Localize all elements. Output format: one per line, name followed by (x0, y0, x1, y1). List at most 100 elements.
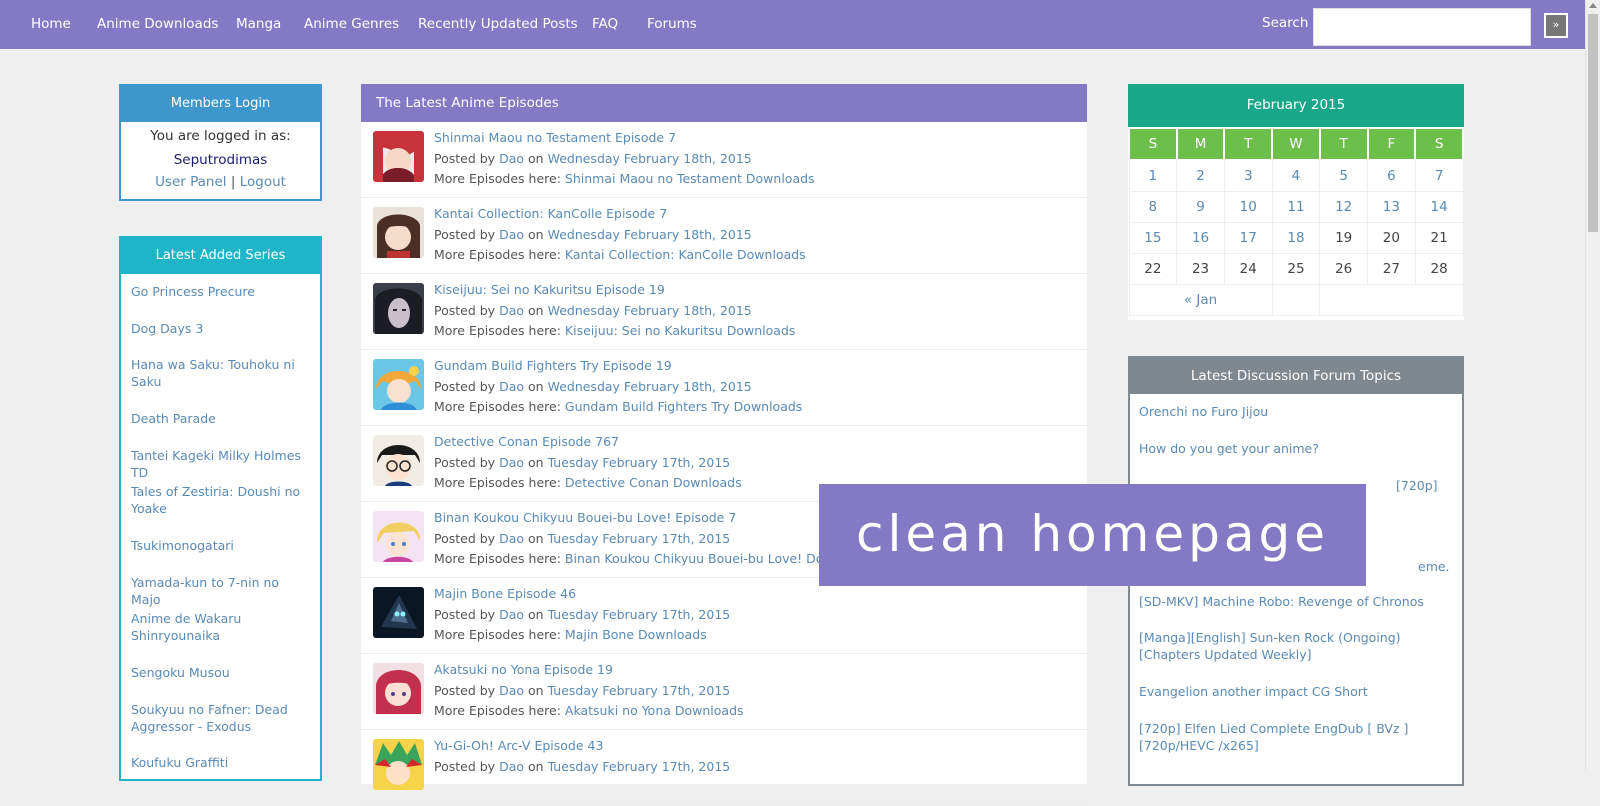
scrollbar-thumb[interactable] (1588, 14, 1598, 232)
calendar-day-link[interactable]: 17 (1223, 222, 1273, 254)
series-item[interactable]: Tales of Zestiria: Doushi no Yoake (131, 483, 306, 517)
calendar-day-link[interactable]: 1 (1128, 159, 1178, 192)
series-item[interactable]: Tantei Kageki Milky Holmes TD (131, 447, 306, 481)
series-item[interactable]: Hana wa Saku: Touhoku ni Saku (131, 356, 306, 390)
forum-topic-link[interactable]: [SD-MKV] Machine Robo: Revenge of Chrono… (1139, 593, 1457, 610)
episode-thumbnail[interactable] (373, 131, 424, 182)
episode-date-link[interactable]: Tuesday February 17th, 2015 (548, 759, 731, 774)
logout-link[interactable]: Logout (240, 174, 286, 190)
calendar-day: 27 (1367, 253, 1416, 285)
episode-thumbnail[interactable] (373, 359, 424, 410)
calendar-week: 1 2 3 4 5 6 7 (1128, 159, 1464, 192)
episode-thumbnail[interactable] (373, 511, 424, 562)
series-downloads-link[interactable]: Akatsuki no Yona Downloads (565, 703, 744, 718)
series-item[interactable]: Go Princess Precure (131, 283, 306, 300)
calendar-day-link[interactable]: 4 (1271, 159, 1321, 192)
calendar-day-link[interactable]: 16 (1176, 222, 1225, 254)
forum-topic-link[interactable]: [720p] Elfen Lied Complete EngDub [ BVz … (1139, 720, 1457, 754)
episode-date-link[interactable]: Wednesday February 18th, 2015 (548, 303, 752, 318)
nav-recently-updated-posts[interactable]: Recently Updated Posts (418, 16, 578, 32)
calendar-day-link[interactable]: 7 (1414, 159, 1464, 192)
calendar-day-link[interactable]: 3 (1223, 159, 1273, 192)
episode-title-link[interactable]: Akatsuki no Yona Episode 19 (434, 662, 613, 677)
episode-title-link[interactable]: Yu-Gi-Oh! Arc-V Episode 43 (434, 738, 603, 753)
calendar-day-link[interactable]: 15 (1128, 222, 1178, 254)
forum-topic-link[interactable]: [Manga][English] Sun-ken Rock (Ongoing) … (1139, 629, 1457, 663)
episode-date-link[interactable]: Tuesday February 17th, 2015 (548, 607, 731, 622)
episode-thumbnail[interactable] (373, 739, 424, 790)
series-item[interactable]: Tsukimonogatari (131, 537, 306, 554)
scroll-up-arrow-icon[interactable] (1589, 3, 1597, 8)
calendar-day-link[interactable]: 10 (1223, 191, 1273, 223)
episode-thumbnail[interactable] (373, 663, 424, 714)
episode-thumbnail[interactable] (373, 435, 424, 486)
forum-topic-link[interactable]: Orenchi no Furo Jijou (1139, 403, 1457, 420)
episode-date-link[interactable]: Wednesday February 18th, 2015 (548, 151, 752, 166)
nav-manga[interactable]: Manga (236, 16, 281, 32)
episode-thumbnail[interactable] (373, 207, 424, 258)
series-downloads-link[interactable]: Gundam Build Fighters Try Downloads (565, 399, 802, 414)
calendar-day-link[interactable]: 2 (1176, 159, 1225, 192)
series-item[interactable]: Koufuku Graffiti (131, 754, 306, 771)
episode-author-link[interactable]: Dao (499, 227, 524, 242)
series-item[interactable]: Sengoku Musou (131, 664, 306, 681)
episode-author-link[interactable]: Dao (499, 683, 524, 698)
calendar-day-link[interactable]: 6 (1367, 159, 1416, 192)
forum-topic-link[interactable]: eme. (1418, 558, 1458, 575)
series-item[interactable]: Yamada-kun to 7-nin no Majo (131, 574, 306, 608)
series-item[interactable]: Death Parade (131, 410, 306, 427)
user-panel-link[interactable]: User Panel (155, 174, 226, 190)
episode-date-link[interactable]: Tuesday February 17th, 2015 (548, 455, 731, 470)
series-downloads-link[interactable]: Detective Conan Downloads (565, 475, 742, 490)
episode-author-link[interactable]: Dao (499, 151, 524, 166)
episode-date-link[interactable]: Tuesday February 17th, 2015 (548, 531, 731, 546)
series-downloads-link[interactable]: Majin Bone Downloads (565, 627, 707, 642)
nav-anime-genres[interactable]: Anime Genres (304, 16, 399, 32)
episode-more: More Episodes here: Shinmai Maou no Test… (434, 171, 815, 186)
series-downloads-link[interactable]: Kantai Collection: KanColle Downloads (565, 247, 806, 262)
episode-author-link[interactable]: Dao (499, 455, 524, 470)
forum-topic-link[interactable]: How do you get your anime? (1139, 440, 1457, 457)
calendar-day-link[interactable]: 9 (1176, 191, 1225, 223)
calendar-day-link[interactable]: 14 (1414, 191, 1464, 223)
episode-thumbnail[interactable] (373, 587, 424, 638)
episode-row: Shinmai Maou no Testament Episode 7 Post… (361, 122, 1087, 198)
episode-title-link[interactable]: Shinmai Maou no Testament Episode 7 (434, 130, 676, 145)
calendar-day-link[interactable]: 13 (1367, 191, 1416, 223)
episode-title-link[interactable]: Gundam Build Fighters Try Episode 19 (434, 358, 672, 373)
calendar-day-link[interactable]: 5 (1319, 159, 1369, 192)
episode-title-link[interactable]: Kiseijuu: Sei no Kakuritsu Episode 19 (434, 282, 665, 297)
episode-author-link[interactable]: Dao (499, 759, 524, 774)
forum-topic-link[interactable]: [720p] (1396, 477, 1456, 494)
forum-topic-link[interactable]: Evangelion another impact CG Short (1139, 683, 1457, 700)
episode-author-link[interactable]: Dao (499, 531, 524, 546)
episode-date-link[interactable]: Wednesday February 18th, 2015 (548, 379, 752, 394)
calendar-day-link[interactable]: 12 (1319, 191, 1369, 223)
series-item[interactable]: Soukyuu no Fafner: Dead Aggressor - Exod… (131, 701, 306, 735)
calendar-day-link[interactable]: 8 (1128, 191, 1178, 223)
episode-meta: Posted by Dao on Wednesday February 18th… (434, 303, 752, 318)
episode-author-link[interactable]: Dao (499, 607, 524, 622)
episode-thumbnail[interactable] (373, 283, 424, 334)
nav-home[interactable]: Home (31, 16, 71, 32)
nav-anime-downloads[interactable]: Anime Downloads (97, 16, 218, 32)
calendar-day-link[interactable]: 11 (1271, 191, 1321, 223)
episode-author-link[interactable]: Dao (499, 379, 524, 394)
episode-title-link[interactable]: Binan Koukou Chikyuu Bouei-bu Love! Epis… (434, 510, 736, 525)
episode-title-link[interactable]: Majin Bone Episode 46 (434, 586, 576, 601)
calendar-prev-month-link[interactable]: « Jan (1128, 284, 1273, 316)
episode-date-link[interactable]: Tuesday February 17th, 2015 (548, 683, 731, 698)
calendar-day-link[interactable]: 18 (1271, 222, 1321, 254)
series-downloads-link[interactable]: Shinmai Maou no Testament Downloads (565, 171, 815, 186)
nav-faq[interactable]: FAQ (592, 16, 618, 32)
series-item[interactable]: Anime de Wakaru Shinryounaika (131, 610, 306, 644)
series-item[interactable]: Dog Days 3 (131, 320, 306, 337)
episode-date-link[interactable]: Wednesday February 18th, 2015 (548, 227, 752, 242)
nav-forums[interactable]: Forums (647, 16, 697, 32)
episode-title-link[interactable]: Kantai Collection: KanColle Episode 7 (434, 206, 667, 221)
episode-author-link[interactable]: Dao (499, 303, 524, 318)
episode-title-link[interactable]: Detective Conan Episode 767 (434, 434, 619, 449)
search-input[interactable] (1313, 8, 1531, 46)
series-downloads-link[interactable]: Kiseijuu: Sei no Kakuritsu Downloads (565, 323, 795, 338)
search-submit-button[interactable]: » (1544, 13, 1568, 38)
